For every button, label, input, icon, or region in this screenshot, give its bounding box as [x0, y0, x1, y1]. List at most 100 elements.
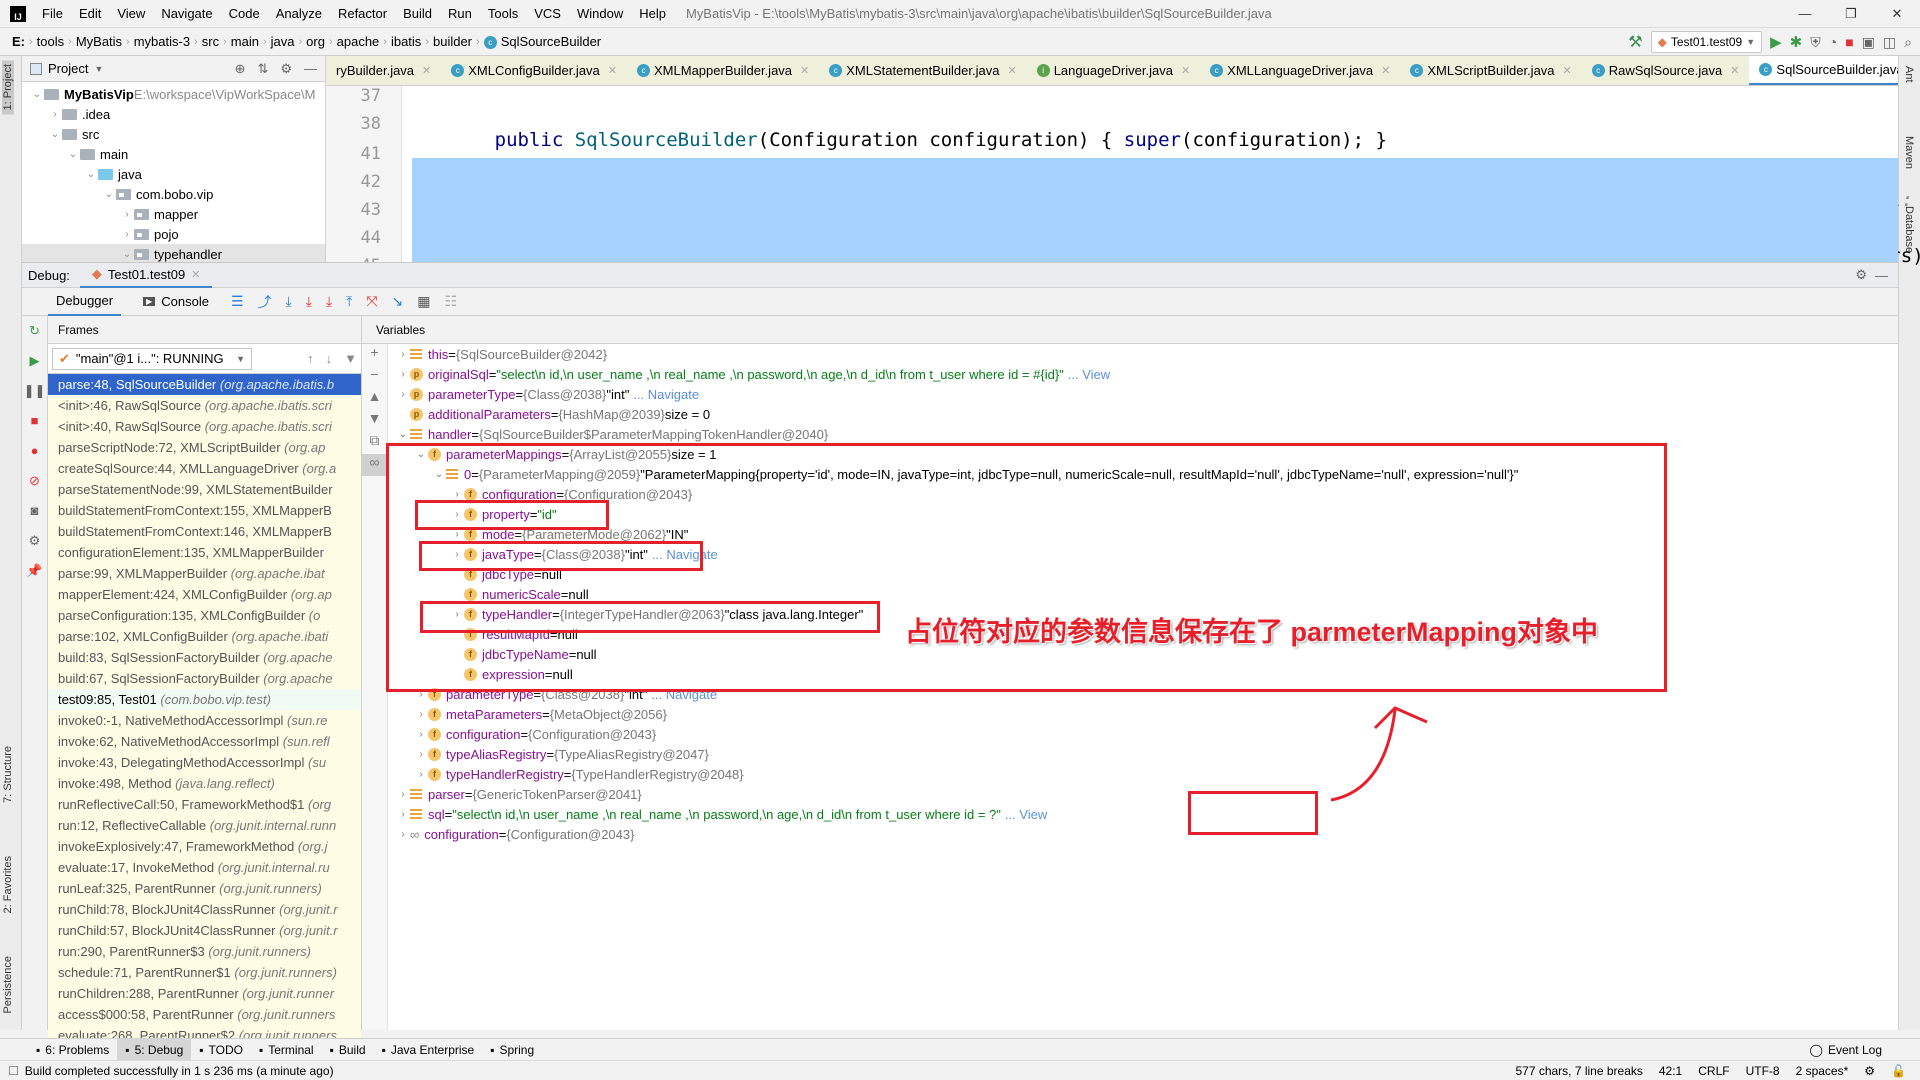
variable-row[interactable]: › f typeAliasRegistry = {TypeAliasRegistry… [388, 744, 1898, 764]
lock-icon[interactable]: 🔓 [1891, 1064, 1906, 1078]
breadcrumb-item[interactable]: MyBatis [72, 34, 126, 49]
stack-frame[interactable]: run:290, ParentRunner$3 (org.junit.runne… [48, 941, 361, 962]
mute-breakpoints-icon[interactable]: ⊘ [22, 466, 47, 496]
remove-watch-icon[interactable]: − [362, 366, 387, 388]
variable-row[interactable]: › this = {SqlSourceBuilder@2042} [388, 344, 1898, 364]
chevron-down-icon[interactable]: ⌄ [396, 429, 410, 440]
editor-tab[interactable]: c XMLScriptBuilder.java ✕ [1400, 56, 1581, 85]
stack-frame[interactable]: runChild:78, BlockJUnit4ClassRunner (org… [48, 899, 361, 920]
inspections-icon[interactable]: ⚙ [1864, 1064, 1875, 1078]
menu-help[interactable]: Help [631, 6, 674, 21]
variable-row[interactable]: › f typeHandlerRegistry = {TypeHandlerRegi… [388, 764, 1898, 784]
stack-frame[interactable]: evaluate:17, InvokeMethod (org.junit.int… [48, 857, 361, 878]
step-over-icon[interactable]: ⤓ [286, 293, 292, 310]
close-tab-icon[interactable]: ✕ [608, 64, 617, 77]
step-into-icon[interactable]: ⤓ [306, 293, 312, 310]
layout-menu-icon[interactable]: ☰ [231, 293, 244, 310]
tool-tab-spring[interactable]: ▪ Spring [482, 1039, 542, 1061]
editor-tab[interactable]: c XMLMapperBuilder.java ✕ [627, 56, 819, 85]
editor-tab[interactable]: ryBuilder.java ✕ [326, 56, 441, 85]
toggle-tool-windows-icon[interactable]: ☐ [8, 1064, 19, 1078]
editor-tab[interactable]: i LanguageDriver.java ✕ [1027, 56, 1200, 85]
close-tab-icon[interactable]: ✕ [1381, 64, 1390, 77]
menu-edit[interactable]: Edit [71, 6, 109, 21]
tree-node[interactable]: ⌄ main [22, 144, 325, 164]
project-view-select[interactable]: Project [48, 61, 88, 76]
tool-tab-persistence[interactable]: Persistence [2, 956, 14, 1013]
previous-frame-icon[interactable]: ↑ [307, 351, 314, 366]
show-watches-icon[interactable]: ∞ [362, 454, 387, 476]
stack-frame[interactable]: parse:102, XMLConfigBuilder (org.apache.… [48, 626, 361, 647]
run-configuration-select[interactable]: ◆ Test01.test09 ▼ [1650, 31, 1763, 53]
build-hammer-icon[interactable]: ⚒ [1628, 32, 1642, 52]
layout-icon[interactable]: ◫ [1883, 34, 1896, 51]
chevron-right-icon[interactable]: › [120, 229, 134, 240]
chevron-down-icon[interactable]: ⌄ [66, 149, 80, 160]
stop-icon[interactable]: ■ [1845, 34, 1853, 50]
gear-icon[interactable]: ⚙ [1855, 267, 1867, 283]
breadcrumb-item[interactable]: main [227, 34, 263, 49]
stack-frame[interactable]: parse:99, XMLMapperBuilder (org.apache.i… [48, 563, 361, 584]
chevron-right-icon[interactable]: › [414, 709, 428, 720]
code-area[interactable]: public SqlSourceBuilder(Configuration co… [412, 86, 1920, 267]
chevron-down-icon[interactable]: ⌄ [120, 249, 134, 260]
breadcrumb-item[interactable]: tools [33, 34, 68, 49]
stack-frame[interactable]: invokeExplosively:47, FrameworkMethod (o… [48, 836, 361, 857]
debug-icon[interactable]: ✱ [1790, 33, 1803, 51]
menu-analyze[interactable]: Analyze [268, 6, 330, 21]
tool-tab-maven[interactable]: Maven [1903, 136, 1915, 169]
editor-tab[interactable]: c XMLStatementBuilder.java ✕ [819, 56, 1026, 85]
chevron-right-icon[interactable]: › [414, 749, 428, 760]
variable-row[interactable]: › sql = "select\n id,\n user_name ,\n rea… [388, 804, 1898, 824]
tool-tab-favorites[interactable]: 2: Favorites [2, 856, 14, 913]
coverage-icon[interactable]: ⛨ [1810, 34, 1821, 51]
variable-row[interactable]: ⌄ handler = {SqlSourceBuilder$ParameterMa… [388, 424, 1898, 444]
stack-frame[interactable]: mapperElement:424, XMLConfigBuilder (org… [48, 584, 361, 605]
menu-build[interactable]: Build [395, 6, 440, 21]
stack-frame[interactable]: parse:48, SqlSourceBuilder (org.apache.i… [48, 374, 361, 395]
tool-tab--problems[interactable]: ▪ 6: Problems [28, 1039, 117, 1061]
variable-row[interactable]: › p originalSql = "select\n id,\n user_nam… [388, 364, 1898, 384]
close-button[interactable]: ✕ [1874, 0, 1920, 28]
variable-link[interactable]: ... Navigate [633, 387, 699, 402]
menu-run[interactable]: Run [440, 6, 480, 21]
chevron-down-icon[interactable]: ▼ [94, 64, 103, 74]
breadcrumb-item[interactable]: builder [429, 34, 476, 49]
editor-tab[interactable]: c XMLConfigBuilder.java ✕ [441, 56, 627, 85]
debug-session-tab[interactable]: ◆ Test01.test09 ✕ [79, 262, 213, 288]
event-log-button[interactable]: ◯ Event Log [1802, 1039, 1890, 1061]
menu-navigate[interactable]: Navigate [153, 6, 220, 21]
variable-row[interactable]: p additionalParameters = {HashMap@2039} s… [388, 404, 1898, 424]
stack-frame[interactable]: parseStatementNode:99, XMLStatementBuild… [48, 479, 361, 500]
caret-position[interactable]: 42:1 [1659, 1064, 1682, 1078]
stack-frame[interactable]: createSqlSource:44, XMLLanguageDriver (o… [48, 458, 361, 479]
project-structure-icon[interactable]: ▣ [1862, 34, 1875, 51]
tool-tab-ant[interactable]: Ant [1903, 66, 1915, 83]
breadcrumb-item[interactable]: c SqlSourceBuilder [480, 34, 605, 50]
variable-link[interactable]: ... View [1068, 367, 1110, 382]
close-tab-icon[interactable]: ✕ [1007, 64, 1016, 77]
variable-link[interactable]: ... View [1005, 807, 1047, 822]
stack-frame[interactable]: runChild:57, BlockJUnit4ClassRunner (org… [48, 920, 361, 941]
editor-tab[interactable]: cSqlSourceBuilder.java✕ [1749, 56, 1898, 85]
stack-frame[interactable]: invoke:43, DelegatingMethodAccessorImpl … [48, 752, 361, 773]
variable-row[interactable]: › f configuration = {Configuration@2043} [388, 724, 1898, 744]
menu-code[interactable]: Code [221, 6, 268, 21]
stack-frame[interactable]: build:83, SqlSessionFactoryBuilder (org.… [48, 647, 361, 668]
close-tab-icon[interactable]: ✕ [422, 64, 431, 77]
copy-icon[interactable]: ⧉ [362, 432, 387, 454]
add-watch-icon[interactable]: + [362, 344, 387, 366]
stack-frame[interactable]: runReflectiveCall:50, FrameworkMethod$1 … [48, 794, 361, 815]
pin-icon[interactable]: 📌 [22, 556, 47, 586]
stack-frame[interactable]: buildStatementFromContext:146, XMLMapper… [48, 521, 361, 542]
indent-setting[interactable]: 2 spaces* [1796, 1064, 1849, 1078]
breadcrumb-item[interactable]: E: [8, 34, 29, 49]
gear-icon[interactable]: ⚙ [280, 61, 292, 77]
hide-icon[interactable]: — [304, 61, 317, 77]
chevron-down-icon[interactable]: ⌄ [84, 169, 98, 180]
filter-icon[interactable]: ▼ [344, 351, 357, 366]
chevron-right-icon[interactable]: › [120, 209, 134, 220]
trace-stream-icon[interactable]: ☷ [445, 293, 458, 310]
next-frame-icon[interactable]: ↓ [326, 351, 333, 366]
breadcrumb-item[interactable]: java [267, 34, 299, 49]
